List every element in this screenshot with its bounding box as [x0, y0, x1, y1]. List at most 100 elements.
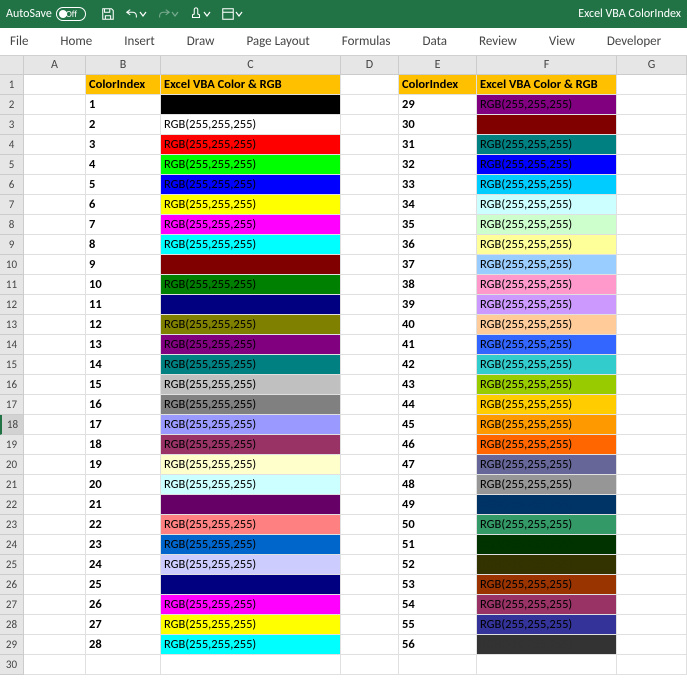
cell[interactable]: RGB(255,255,255) — [161, 135, 341, 155]
save-icon[interactable] — [101, 7, 115, 21]
cell[interactable] — [341, 595, 399, 615]
cell[interactable] — [341, 515, 399, 535]
cell[interactable]: 15 — [86, 375, 161, 395]
row-header[interactable]: 10 — [0, 255, 24, 275]
cell[interactable]: RGB(255,255,255) — [161, 615, 341, 635]
cell[interactable]: 30 — [399, 115, 477, 135]
row-header[interactable]: 3 — [0, 115, 24, 135]
cell[interactable]: 46 — [399, 435, 477, 455]
cell[interactable] — [24, 435, 86, 455]
ribbon-tab[interactable]: Page Layout — [242, 34, 313, 49]
cell[interactable]: 43 — [399, 375, 477, 395]
cell[interactable] — [24, 615, 86, 635]
cell[interactable]: RGB(255,255,255) — [477, 455, 617, 475]
cell[interactable] — [341, 95, 399, 115]
column-header[interactable]: D — [341, 56, 399, 74]
cell[interactable] — [617, 595, 687, 615]
row-header[interactable]: 7 — [0, 195, 24, 215]
column-header[interactable]: G — [617, 56, 687, 74]
cell[interactable]: 8 — [86, 235, 161, 255]
cell[interactable]: 11 — [86, 295, 161, 315]
cell[interactable] — [617, 335, 687, 355]
ribbon-tab[interactable]: Home — [56, 34, 96, 49]
cell[interactable] — [24, 75, 86, 95]
worksheet-grid[interactable]: 1ColorIndexExcel VBA Color & RGBColorInd… — [0, 75, 687, 675]
cell[interactable] — [617, 115, 687, 135]
cell[interactable] — [617, 655, 687, 675]
customize-qat-icon[interactable] — [221, 7, 243, 21]
cell[interactable]: RGB(255,255,255) — [161, 395, 341, 415]
row-header[interactable]: 24 — [0, 535, 24, 555]
column-header[interactable]: C — [161, 56, 341, 74]
ribbon-tab[interactable]: Developer — [603, 34, 665, 49]
cell[interactable]: 48 — [399, 475, 477, 495]
row-header[interactable]: 15 — [0, 355, 24, 375]
cell[interactable] — [161, 95, 341, 115]
cell[interactable] — [617, 495, 687, 515]
cell[interactable]: 7 — [86, 215, 161, 235]
cell[interactable] — [24, 115, 86, 135]
cell[interactable] — [24, 555, 86, 575]
cell[interactable]: ColorIndex — [399, 75, 477, 95]
row-header[interactable]: 23 — [0, 515, 24, 535]
cell[interactable]: 38 — [399, 275, 477, 295]
cell[interactable] — [24, 295, 86, 315]
cell[interactable]: 39 — [399, 295, 477, 315]
cell[interactable]: RGB(255,255,255) — [477, 435, 617, 455]
cell[interactable]: 4 — [86, 155, 161, 175]
cell[interactable]: RGB(255,255,255) — [161, 435, 341, 455]
cell[interactable] — [341, 175, 399, 195]
cell[interactable] — [24, 455, 86, 475]
cell[interactable]: RGB(255,255,255) — [161, 535, 341, 555]
cell[interactable] — [617, 135, 687, 155]
cell[interactable] — [341, 275, 399, 295]
cell[interactable]: 33 — [399, 175, 477, 195]
cell[interactable] — [341, 555, 399, 575]
cell[interactable]: 21 — [86, 495, 161, 515]
cell[interactable] — [617, 155, 687, 175]
cell[interactable]: 14 — [86, 355, 161, 375]
ribbon-tab[interactable]: Draw — [183, 34, 219, 49]
cell[interactable]: RGB(255,255,255) — [477, 635, 617, 655]
row-header[interactable]: 6 — [0, 175, 24, 195]
cell[interactable]: 26 — [86, 595, 161, 615]
cell[interactable]: 28 — [86, 635, 161, 655]
row-header[interactable]: 17 — [0, 395, 24, 415]
cell[interactable]: RGB(255,255,255) — [477, 615, 617, 635]
row-header[interactable]: 16 — [0, 375, 24, 395]
row-header[interactable]: 8 — [0, 215, 24, 235]
row-header[interactable]: 28 — [0, 615, 24, 635]
cell[interactable]: 18 — [86, 435, 161, 455]
ribbon-tab[interactable]: Insert — [120, 34, 159, 49]
cell[interactable]: RGB(255,255,255) — [477, 175, 617, 195]
cell[interactable] — [341, 355, 399, 375]
touch-mode-icon[interactable] — [189, 7, 211, 21]
cell[interactable]: RGB(255,255,255) — [161, 115, 341, 135]
cell[interactable]: 22 — [86, 515, 161, 535]
cell[interactable]: 3 — [86, 135, 161, 155]
cell[interactable] — [617, 215, 687, 235]
cell[interactable] — [617, 575, 687, 595]
cell[interactable] — [341, 195, 399, 215]
cell[interactable]: RGB(255,255,255) — [477, 395, 617, 415]
cell[interactable]: 27 — [86, 615, 161, 635]
cell[interactable]: 25 — [86, 575, 161, 595]
cell[interactable]: 23 — [86, 535, 161, 555]
cell[interactable] — [617, 375, 687, 395]
cell[interactable]: RGB(255,255,255) — [161, 255, 341, 275]
cell[interactable]: 49 — [399, 495, 477, 515]
cell[interactable] — [341, 155, 399, 175]
cell[interactable]: 16 — [86, 395, 161, 415]
cell[interactable]: RGB(255,255,255) — [161, 475, 341, 495]
cell[interactable]: RGB(255,255,255) — [477, 415, 617, 435]
cell[interactable]: RGB(255,255,255) — [477, 375, 617, 395]
cell[interactable] — [24, 275, 86, 295]
cell[interactable] — [341, 635, 399, 655]
cell[interactable] — [24, 135, 86, 155]
cell[interactable]: RGB(255,255,255) — [477, 255, 617, 275]
row-header[interactable]: 11 — [0, 275, 24, 295]
cell[interactable] — [617, 555, 687, 575]
cell[interactable] — [24, 595, 86, 615]
cell[interactable]: RGB(255,255,255) — [161, 355, 341, 375]
cell[interactable]: 20 — [86, 475, 161, 495]
